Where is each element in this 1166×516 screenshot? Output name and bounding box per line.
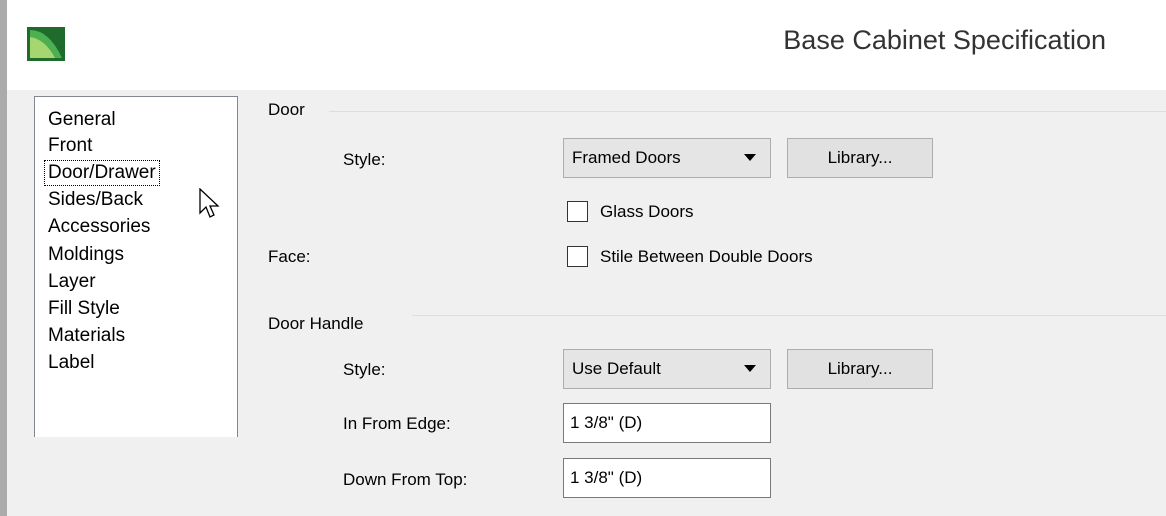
app-logo-icon bbox=[27, 27, 65, 61]
nav-item-materials[interactable]: Materials bbox=[44, 323, 129, 349]
category-list[interactable]: General Front Door/Drawer Sides/Back Acc… bbox=[34, 96, 238, 437]
door-groupbox-line bbox=[329, 111, 1166, 112]
mouse-pointer-icon bbox=[199, 188, 220, 218]
nav-item-sides-back[interactable]: Sides/Back bbox=[44, 187, 147, 213]
nav-item-accessories[interactable]: Accessories bbox=[44, 214, 154, 240]
glass-doors-label[interactable]: Glass Doors bbox=[600, 202, 694, 222]
door-library-button[interactable]: Library... bbox=[787, 138, 933, 178]
dropdown-arrow-icon bbox=[744, 365, 756, 372]
down-from-top-field[interactable]: 1 3/8" (D) bbox=[563, 458, 771, 498]
title-bar[interactable]: Base Cabinet Specification bbox=[7, 0, 1166, 90]
face-label: Face: bbox=[268, 247, 311, 266]
dialog-body: General Front Door/Drawer Sides/Back Acc… bbox=[7, 90, 1166, 516]
handle-style-dropdown[interactable]: Use Default bbox=[563, 349, 771, 389]
handle-style-label: Style: bbox=[343, 360, 386, 379]
door-style-value: Framed Doors bbox=[572, 148, 681, 167]
door-style-label: Style: bbox=[343, 150, 386, 169]
nav-item-label[interactable]: Label bbox=[44, 350, 99, 376]
nav-item-moldings[interactable]: Moldings bbox=[44, 242, 128, 268]
nav-item-fill-style[interactable]: Fill Style bbox=[44, 296, 124, 322]
down-from-top-label: Down From Top: bbox=[343, 470, 468, 489]
nav-item-front[interactable]: Front bbox=[44, 133, 96, 159]
glass-doors-checkbox[interactable] bbox=[567, 201, 588, 222]
in-from-edge-label: In From Edge: bbox=[343, 414, 451, 433]
window-title: Base Cabinet Specification bbox=[783, 25, 1106, 55]
stile-between-double-doors-checkbox[interactable] bbox=[567, 246, 588, 267]
handle-style-value: Use Default bbox=[572, 359, 661, 378]
nav-item-door-drawer[interactable]: Door/Drawer bbox=[44, 160, 160, 186]
nav-item-general[interactable]: General bbox=[44, 107, 120, 133]
window-border bbox=[0, 0, 7, 516]
door-section-label: Door bbox=[268, 100, 305, 119]
nav-item-layer[interactable]: Layer bbox=[44, 269, 100, 295]
in-from-edge-field[interactable]: 1 3/8" (D) bbox=[563, 403, 771, 443]
handle-library-button[interactable]: Library... bbox=[787, 349, 933, 389]
door-style-dropdown[interactable]: Framed Doors bbox=[563, 138, 771, 178]
dropdown-arrow-icon bbox=[744, 154, 756, 161]
door-handle-section-label: Door Handle bbox=[268, 314, 364, 333]
stile-between-double-doors-label[interactable]: Stile Between Double Doors bbox=[600, 247, 813, 267]
door-handle-groupbox-line bbox=[412, 315, 1166, 316]
